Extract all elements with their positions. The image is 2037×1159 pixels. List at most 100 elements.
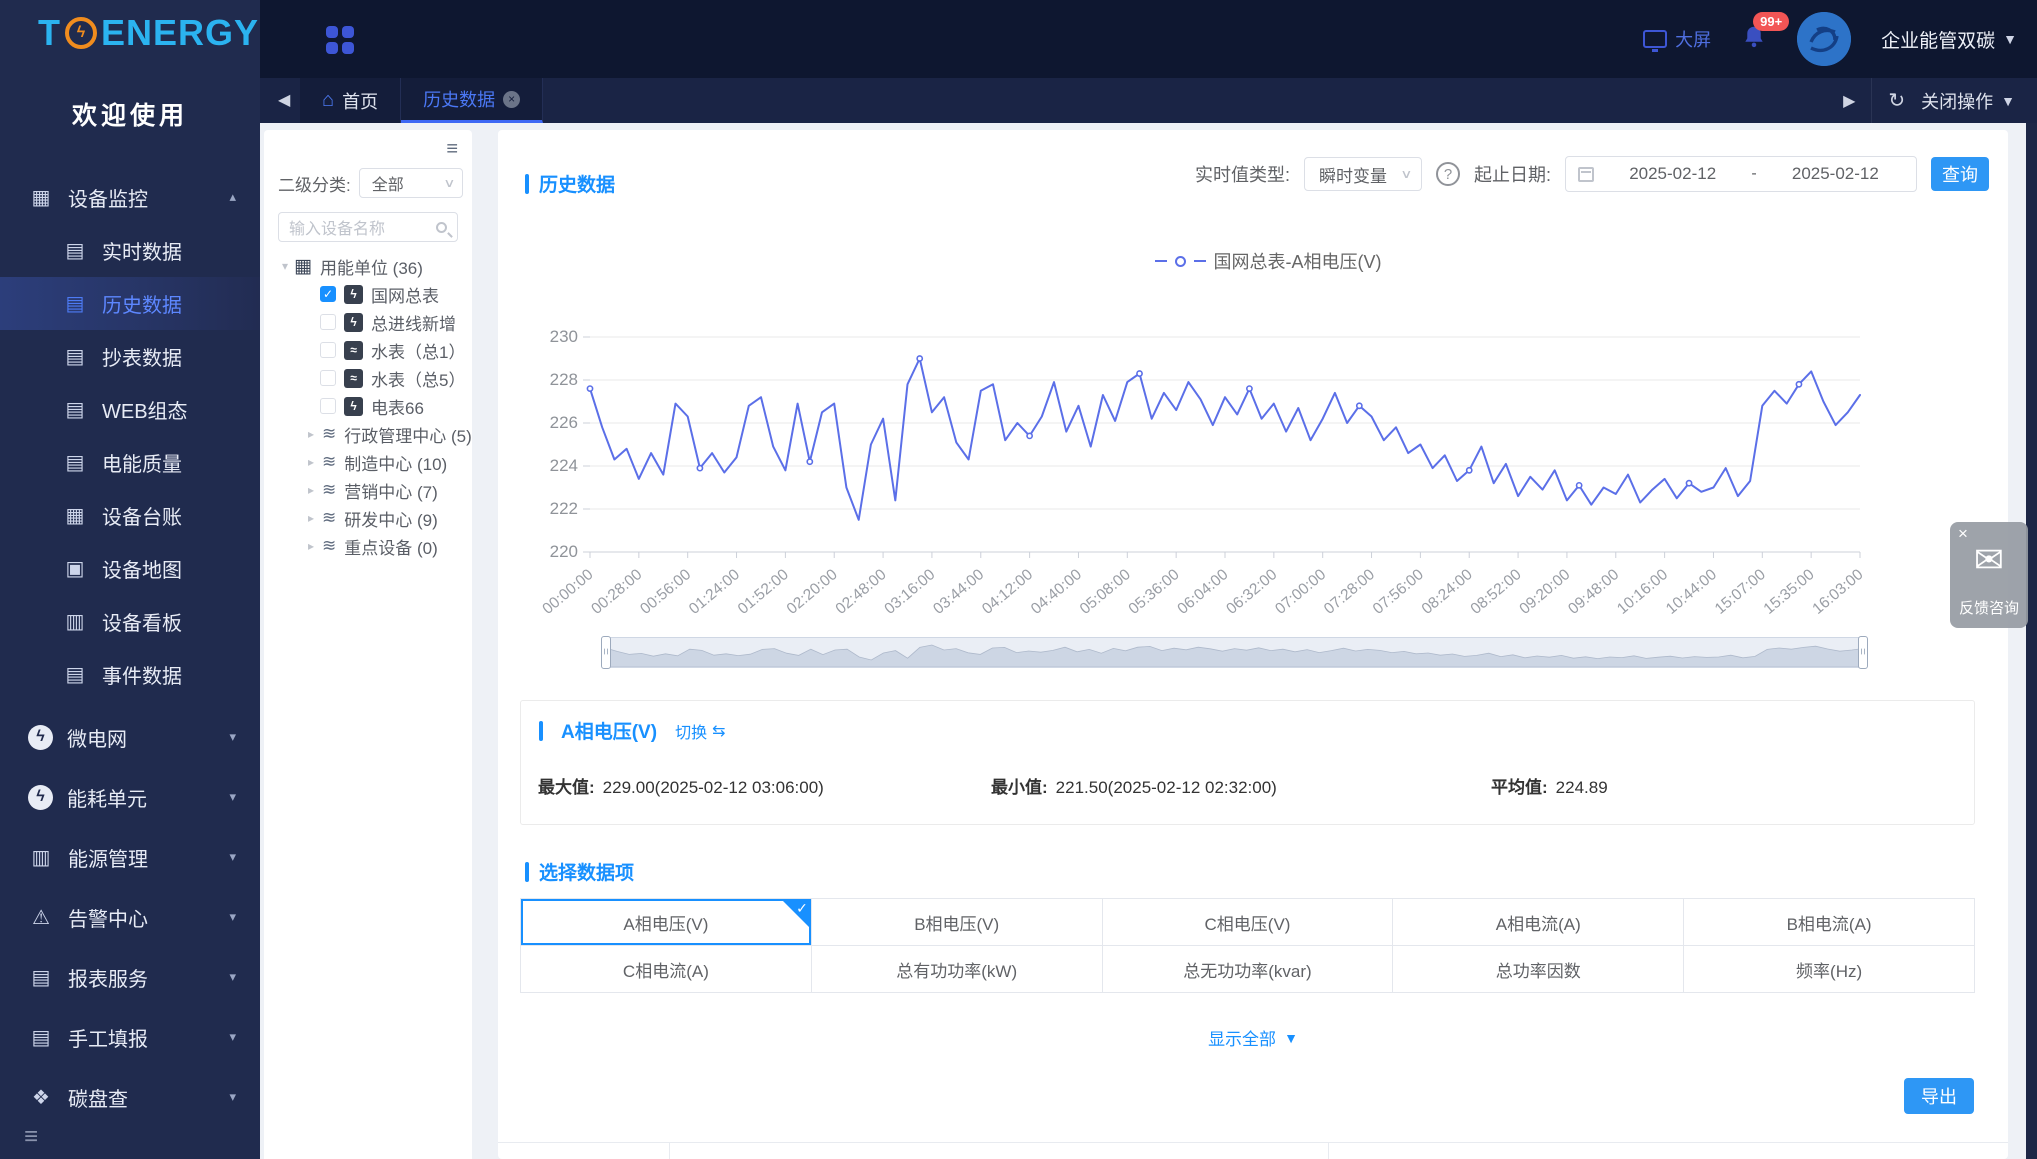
tabs-back-arrow[interactable]: ◀ [278, 90, 290, 110]
chevron-icon: ▾ [229, 1029, 236, 1045]
x-tick-label: 01:24:00 [686, 566, 743, 618]
brand-logo: T ϟ ENERGY [0, 0, 260, 66]
collapse-sidebar-icon[interactable]: ≡ [0, 1123, 260, 1151]
datazoom-handle-left[interactable] [601, 636, 611, 669]
legend-label: 国网总表-A相电压(V) [1214, 248, 1382, 274]
layers-icon: ≋ [322, 480, 336, 500]
sidebar-item-history-data[interactable]: ▤历史数据 [0, 277, 260, 330]
bigscreen-link[interactable]: 大屏 [1643, 26, 1711, 52]
right-edge-strip [2026, 123, 2037, 1159]
sidebar-item-carbon-check[interactable]: ❖碳盘查▾ [0, 1067, 260, 1127]
sidebar-item-label: 设备台账 [102, 501, 260, 530]
expander-icon[interactable]: ▸ [304, 455, 318, 469]
datazoom-slider[interactable] [604, 637, 1865, 668]
energy-unit-icon: ϟ [28, 785, 53, 810]
sidebar-item-device-monitor[interactable]: ▦设备监控▴ [0, 170, 260, 224]
tab-home[interactable]: ⌂ 首页 [300, 78, 401, 123]
feedback-widget[interactable]: × ✉ 反馈咨询 [1950, 522, 2028, 628]
sidebar-item-device-map[interactable]: ▣设备地图 [0, 542, 260, 595]
sidebar-item-device-ledger[interactable]: ▦设备台账 [0, 489, 260, 542]
show-all-link[interactable]: 显示全部 ▼ [498, 1025, 2008, 1050]
legend-item[interactable]: 国网总表-A相电压(V) [1155, 248, 1382, 274]
category-select[interactable]: 全部 ∨ [359, 168, 463, 198]
tree-device-electric-meter[interactable]: ✓ϟ国网总表 [264, 280, 472, 308]
tabs-forward-arrow[interactable]: ▶ [1843, 91, 1855, 111]
data-item-5[interactable]: C相电流(A) [521, 946, 812, 993]
sidebar-item-label: 抄表数据 [102, 342, 260, 371]
data-item-4[interactable]: B相电流(A) [1684, 899, 1975, 946]
tree-device-electric-meter[interactable]: ϟ电表66 [264, 392, 472, 420]
notification-bell[interactable]: 99+ [1741, 24, 1767, 55]
table-col-divider [670, 1143, 1329, 1159]
device-checkbox[interactable]: ✓ [320, 286, 336, 302]
date-range-picker[interactable]: 2025-02-12 - 2025-02-12 [1565, 156, 1917, 192]
date-start[interactable]: 2025-02-12 [1604, 164, 1741, 184]
data-item-3[interactable]: A相电流(A) [1393, 899, 1684, 946]
data-item-8[interactable]: 总功率因数 [1393, 946, 1684, 993]
sidebar-item-alarm-center[interactable]: ⚠告警中心▾ [0, 887, 260, 947]
switch-link[interactable]: 切换 ⇆ [675, 719, 725, 743]
expander-icon[interactable]: ▸ [304, 427, 318, 441]
sidebar-item-energy-mgmt[interactable]: ▥能源管理▾ [0, 827, 260, 887]
help-icon[interactable]: ? [1436, 162, 1460, 186]
device-checkbox[interactable] [320, 398, 336, 414]
device-search-input[interactable]: 输入设备名称 [278, 212, 458, 242]
close-operations-dropdown[interactable]: 关闭操作 ▼ [1921, 88, 2015, 114]
sidebar-item-microgrid[interactable]: ϟ微电网▾ [0, 707, 260, 767]
tree-device-water-meter[interactable]: ≈水表（总5） [264, 364, 472, 392]
category-label: 二级分类: [278, 171, 351, 196]
meter-reading-icon: ▤ [62, 344, 88, 369]
sidebar-item-event-data[interactable]: ▤事件数据 [0, 648, 260, 701]
sidebar-item-manual-report[interactable]: ▤手工填报▾ [0, 1007, 260, 1067]
tree-group-node[interactable]: ▸≋制造中心 (10) [264, 448, 472, 476]
data-item-6[interactable]: 总有功功率(kW) [812, 946, 1103, 993]
expander-icon[interactable]: ▾ [278, 259, 292, 273]
data-item-9[interactable]: 频率(Hz) [1684, 946, 1975, 993]
data-item-7[interactable]: 总无功功率(kvar) [1103, 946, 1394, 993]
tree-device-electric-meter[interactable]: ϟ总进线新增 [264, 308, 472, 336]
tree-node-root[interactable]: ▾▦用能单位 (36) [264, 252, 472, 280]
data-item-2[interactable]: C相电压(V) [1103, 899, 1394, 946]
avg-label: 平均值: [1491, 778, 1548, 797]
tree-group-node[interactable]: ▸≋重点设备 (0) [264, 532, 472, 560]
expander-icon[interactable]: ▸ [304, 511, 318, 525]
tab-history-label: 历史数据 [423, 86, 495, 112]
date-end[interactable]: 2025-02-12 [1767, 164, 1904, 184]
export-button[interactable]: 导出 [1904, 1078, 1974, 1114]
query-button[interactable]: 查询 [1931, 157, 1989, 191]
tab-close-icon[interactable]: × [503, 91, 520, 108]
filter-row: 实时值类型: 瞬时变量 ∨ ? 起止日期: 2025-02-12 - 2025-… [1195, 156, 1989, 192]
expander-icon[interactable]: ▸ [304, 483, 318, 497]
expander-icon[interactable]: ▸ [304, 539, 318, 553]
tree-group-label: 研发中心 (9) [344, 506, 438, 531]
avatar[interactable] [1797, 12, 1851, 66]
tree-group-label: 营销中心 (7) [344, 478, 438, 503]
sidebar-item-meter-reading[interactable]: ▤ 抄表数据 [0, 330, 260, 383]
tree-group-node[interactable]: ▸ ≋ 营销中心 (7) [264, 476, 472, 504]
tree-collapse-icon[interactable]: ≡ [446, 138, 458, 161]
sidebar-item-energy-unit[interactable]: ϟ能耗单元▾ [0, 767, 260, 827]
data-item-0[interactable]: A相电压(V) [521, 899, 812, 946]
apps-grid-icon[interactable] [326, 26, 354, 54]
close-icon[interactable]: × [1958, 524, 1968, 544]
x-tick-label: 04:40:00 [1028, 566, 1085, 618]
tab-history-data[interactable]: 历史数据 × [401, 78, 543, 123]
device-checkbox[interactable] [320, 342, 336, 358]
datazoom-handle-right[interactable] [1858, 636, 1868, 669]
tree-group-node[interactable]: ▸≋行政管理中心 (5) [264, 420, 472, 448]
data-item-1[interactable]: B相电压(V) [812, 899, 1103, 946]
org-switcher[interactable]: 企业能管双碳 ▼ [1881, 26, 2017, 53]
tree-device-water-meter[interactable]: ≈水表（总1） [264, 336, 472, 364]
sidebar-item-realtime-data[interactable]: ▤实时数据 [0, 224, 260, 277]
sidebar-item-web-config[interactable]: ▤WEB组态 [0, 383, 260, 436]
tree-group-node[interactable]: ▸ ≋ 研发中心 (9) [264, 504, 472, 532]
refresh-icon[interactable]: ↻ [1888, 88, 1905, 113]
sidebar-item-report-service[interactable]: ▤报表服务▾ [0, 947, 260, 1007]
device-checkbox[interactable] [320, 370, 336, 386]
layers-icon: ≋ [322, 508, 336, 528]
svg-text:228: 228 [550, 370, 578, 389]
sidebar-item-power-quality[interactable]: ▤电能质量 [0, 436, 260, 489]
sidebar-item-device-board[interactable]: ▥设备看板 [0, 595, 260, 648]
realtime-type-select[interactable]: 瞬时变量 ∨ [1304, 157, 1422, 191]
device-checkbox[interactable] [320, 314, 336, 330]
